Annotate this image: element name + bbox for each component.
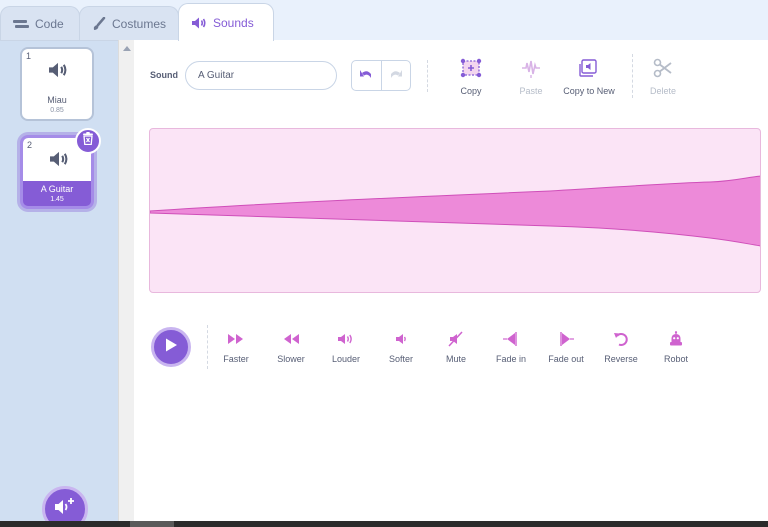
effect-label: Robot xyxy=(663,354,689,364)
effect-label: Faster xyxy=(223,354,249,364)
effect-softer-button[interactable]: Softer xyxy=(375,332,427,364)
sound-item-number: 1 xyxy=(26,51,32,61)
fade-out-icon xyxy=(557,331,575,352)
undo-icon xyxy=(359,67,373,85)
effect-slower-button[interactable]: Slower xyxy=(265,332,317,364)
effect-robot-button[interactable]: Robot xyxy=(650,330,702,364)
tab-costumes-label: Costumes xyxy=(112,16,167,31)
waveform-shape xyxy=(150,175,760,247)
tab-code[interactable]: Code xyxy=(0,6,80,40)
copy-to-new-icon xyxy=(578,58,600,83)
effect-louder-button[interactable]: Louder xyxy=(320,332,372,364)
delete-button[interactable]: Delete xyxy=(628,58,698,96)
scissors-icon xyxy=(653,58,673,83)
effect-fade-in-button[interactable]: Fade in xyxy=(485,331,537,364)
reverse-icon xyxy=(613,331,629,352)
effect-reverse-button[interactable]: Reverse xyxy=(595,332,647,364)
redo-icon xyxy=(389,67,403,85)
effect-fade-out-button[interactable]: Fade out xyxy=(540,331,592,364)
effect-label: Reverse xyxy=(604,354,638,364)
sound-item-name: Miau xyxy=(47,95,67,105)
louder-icon xyxy=(337,332,355,351)
tab-costumes[interactable]: Costumes xyxy=(79,6,179,40)
effect-label: Mute xyxy=(445,354,466,364)
sound-editor: Sound Copy Paste Copy to New xyxy=(134,40,768,521)
effect-label: Fade out xyxy=(548,354,584,364)
toolbar-divider xyxy=(427,60,428,92)
play-icon xyxy=(164,337,178,358)
play-button[interactable] xyxy=(151,327,191,367)
undo-button[interactable] xyxy=(352,61,381,90)
effect-label: Slower xyxy=(277,354,305,364)
robot-icon xyxy=(669,330,683,352)
editor-tab-bar: Code Costumes Sounds xyxy=(0,0,768,41)
speaker-icon xyxy=(191,16,207,30)
copy-icon xyxy=(460,58,482,83)
faster-icon xyxy=(227,332,245,350)
sound-item-name: A Guitar xyxy=(40,184,74,194)
softer-icon xyxy=(394,332,408,351)
effect-faster-button[interactable]: Faster xyxy=(210,332,262,364)
effect-mute-button[interactable]: Mute xyxy=(430,330,482,364)
taskbar-item[interactable] xyxy=(130,521,174,527)
sound-item-number: 2 xyxy=(27,140,33,150)
fade-in-icon xyxy=(502,331,520,352)
sound-item-duration: 0.85 xyxy=(50,107,64,114)
waveform-display[interactable] xyxy=(149,128,761,293)
sound-item-duration: 1.45 xyxy=(50,196,64,203)
effects-divider xyxy=(207,325,208,369)
delete-label: Delete xyxy=(649,86,676,96)
mute-icon xyxy=(448,330,464,352)
add-sound-icon xyxy=(54,497,76,522)
undo-redo-group xyxy=(351,60,411,91)
delete-sound-button[interactable] xyxy=(75,128,101,154)
sound-list-item[interactable]: 1 Miau 0.85 xyxy=(20,47,94,121)
paste-icon xyxy=(520,58,542,83)
os-taskbar xyxy=(0,521,768,527)
speaker-icon xyxy=(47,61,69,84)
sound-list-scrollbar[interactable] xyxy=(118,40,134,527)
tab-sounds[interactable]: Sounds xyxy=(178,3,274,41)
brush-icon xyxy=(92,16,106,31)
sound-name-input[interactable] xyxy=(185,61,337,90)
copy-to-new-button[interactable]: Copy to New xyxy=(554,58,624,96)
trash-icon xyxy=(82,132,94,150)
copy-to-new-label: Copy to New xyxy=(563,86,615,96)
slower-icon xyxy=(282,332,300,350)
effect-label: Softer xyxy=(388,354,413,364)
tab-sounds-label: Sounds xyxy=(213,15,254,30)
effect-label: Louder xyxy=(331,354,361,364)
sound-name-label: Sound xyxy=(150,70,178,80)
scroll-up-arrow-icon[interactable] xyxy=(123,46,131,51)
tab-code-label: Code xyxy=(35,16,64,31)
code-icon xyxy=(13,18,29,30)
speaker-icon xyxy=(48,150,70,173)
effect-label: Fade in xyxy=(495,354,527,364)
redo-button[interactable] xyxy=(380,61,410,90)
